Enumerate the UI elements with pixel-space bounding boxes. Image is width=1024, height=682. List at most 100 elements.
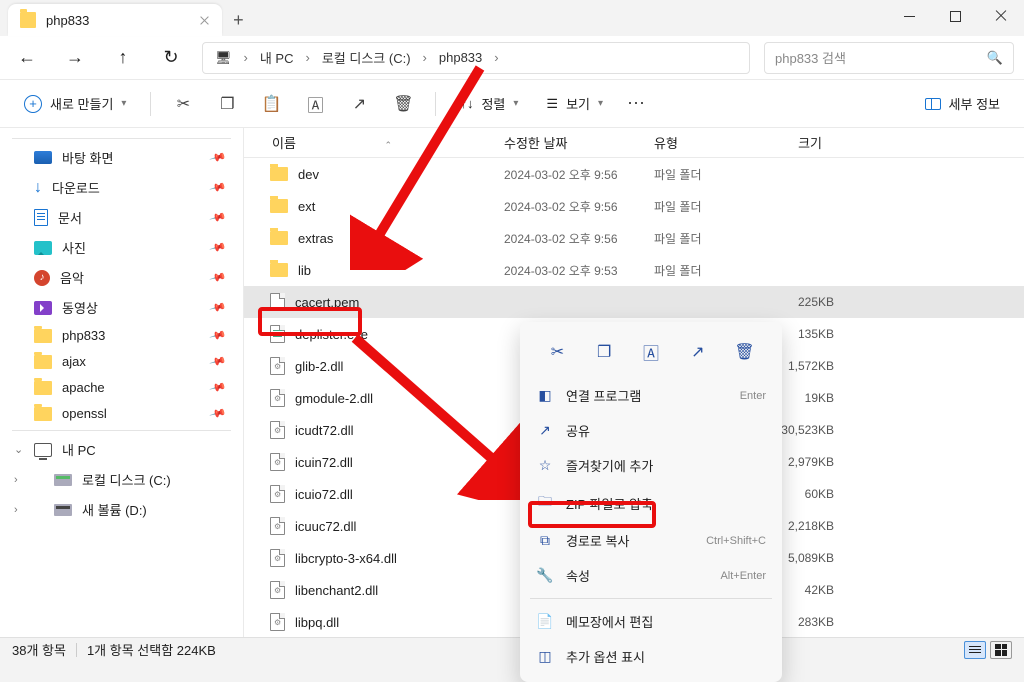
ctx-open-with[interactable]: ◧ 연결 프로그램 Enter: [520, 378, 782, 413]
window-tab[interactable]: php833: [8, 4, 222, 36]
minimize-button[interactable]: [886, 0, 932, 32]
dll-icon: [270, 485, 285, 503]
cut-icon[interactable]: ✂: [541, 336, 573, 368]
file-row[interactable]: lib2024-03-02 오후 9:53파일 폴더: [244, 254, 1024, 286]
more-button[interactable]: ⋯: [621, 87, 651, 120]
up-button[interactable]: ↑: [106, 41, 140, 75]
sidebar-item[interactable]: openssl📌: [6, 401, 237, 426]
file-icon: [270, 293, 285, 311]
chevron-down-icon[interactable]: ⌄: [14, 443, 23, 456]
ctx-label: 메모장에서 편집: [566, 612, 653, 631]
sidebar-item[interactable]: 문서📌: [6, 203, 237, 232]
pin-icon: 📌: [209, 352, 227, 370]
view-list-button[interactable]: [964, 641, 986, 659]
ctx-favorites[interactable]: ☆ 즐겨찾기에 추가: [520, 448, 782, 483]
file-row[interactable]: dev2024-03-02 오후 9:56파일 폴더: [244, 158, 1024, 190]
copy-icon[interactable]: ❐: [588, 336, 620, 368]
ctx-copy-path[interactable]: ⧉ 경로로 복사 Ctrl+Shift+C: [520, 523, 782, 558]
cut-icon[interactable]: ✂: [165, 86, 201, 122]
delete-icon[interactable]: 🗑: [385, 86, 421, 122]
sidebar-item-label: 동영상: [62, 298, 98, 317]
file-size: 1,572KB: [772, 359, 852, 373]
sidebar-item-label: 음악: [60, 268, 84, 287]
ctx-label: ZIP 파일로 압축: [566, 494, 653, 513]
sort-button[interactable]: ↑↓ 정렬 ▾: [450, 88, 528, 119]
col-size[interactable]: 크기: [798, 136, 822, 151]
tab-title: php833: [46, 13, 89, 28]
sidebar-item-drive[interactable]: ›로컬 디스크 (C:): [6, 465, 237, 494]
share-icon[interactable]: ↗: [682, 336, 714, 368]
breadcrumb[interactable]: php833: [433, 44, 488, 72]
dll-icon: [270, 357, 285, 375]
desktop-icon: [34, 151, 52, 164]
ctx-notepad[interactable]: 📄 메모장에서 편집: [520, 604, 782, 639]
file-name: icudt72.dll: [295, 423, 354, 438]
maximize-button[interactable]: [932, 0, 978, 32]
col-name[interactable]: 이름: [272, 136, 296, 151]
file-size: 283KB: [772, 615, 852, 629]
pic-icon: [34, 241, 52, 255]
new-button[interactable]: + 새로 만들기 ▾: [14, 88, 136, 119]
shortcut: Alt+Enter: [720, 570, 766, 582]
sidebar-item[interactable]: ↓다운로드📌: [6, 173, 237, 202]
sidebar-item-label: 내 PC: [62, 440, 96, 459]
rename-icon[interactable]: 🄰: [635, 336, 667, 368]
paste-icon[interactable]: 📋: [253, 86, 289, 122]
nav-bar: ← → ↑ ↻ 🖥 › 내 PC › 로컬 디스크 (C:) › php833 …: [0, 36, 1024, 80]
pin-icon: 📌: [209, 326, 227, 344]
ctx-zip[interactable]: 🗀 ZIP 파일로 압축: [520, 483, 782, 523]
details-pane-button[interactable]: 세부 정보: [915, 88, 1010, 119]
sidebar-item[interactable]: ajax📌: [6, 349, 237, 374]
col-type[interactable]: 유형: [654, 136, 678, 151]
forward-button[interactable]: →: [58, 41, 92, 75]
sort-icon: ↑↓: [460, 96, 473, 111]
file-name: dev: [298, 167, 319, 182]
col-date[interactable]: 수정한 날짜: [504, 136, 567, 151]
sidebar-item[interactable]: ♪음악📌: [6, 263, 237, 292]
chevron-right-icon[interactable]: ›: [14, 474, 18, 486]
view-button[interactable]: ☰ 보기 ▾: [536, 88, 613, 119]
divider: [150, 92, 151, 116]
sidebar-item[interactable]: apache📌: [6, 375, 237, 400]
chevron-right-icon[interactable]: ›: [14, 504, 18, 516]
sidebar-item[interactable]: 동영상📌: [6, 293, 237, 322]
sort-label: 정렬: [481, 94, 505, 113]
chevron-right-icon: ›: [304, 50, 312, 65]
share-icon[interactable]: ↗: [341, 86, 377, 122]
ctx-share[interactable]: ↗ 공유: [520, 413, 782, 448]
file-row[interactable]: ext2024-03-02 오후 9:56파일 폴더: [244, 190, 1024, 222]
close-button[interactable]: [978, 0, 1024, 32]
file-row[interactable]: cacert.pem225KB: [244, 286, 1024, 318]
context-menu: ✂ ❐ 🄰 ↗ 🗑 ◧ 연결 프로그램 Enter ↗ 공유 ☆ 즐겨찾기에 추…: [520, 322, 782, 682]
delete-icon[interactable]: 🗑: [729, 336, 761, 368]
breadcrumb[interactable]: 내 PC: [254, 44, 300, 72]
ctx-more-options[interactable]: ◫ 추가 옵션 표시: [520, 639, 782, 674]
sidebar-item-drive[interactable]: ›새 볼륨 (D:): [6, 495, 237, 524]
refresh-button[interactable]: ↻: [154, 41, 188, 75]
pin-icon: 📌: [209, 178, 227, 196]
file-size: 135KB: [772, 327, 852, 341]
view-grid-button[interactable]: [990, 641, 1012, 659]
copy-icon[interactable]: ❐: [209, 86, 245, 122]
ctx-label: 속성: [566, 566, 590, 585]
sidebar-item[interactable]: 바탕 화면📌: [6, 143, 237, 172]
share-icon: ↗: [536, 422, 554, 439]
pc-icon[interactable]: 🖥: [209, 44, 238, 72]
tab-close-icon[interactable]: [199, 15, 210, 26]
column-header[interactable]: 이름⌃ 수정한 날짜 유형 크기: [244, 128, 1024, 158]
address-bar[interactable]: 🖥 › 내 PC › 로컬 디스크 (C:) › php833 ›: [202, 42, 750, 74]
breadcrumb[interactable]: 로컬 디스크 (C:): [316, 44, 417, 72]
sidebar-item-pc[interactable]: ⌄ 내 PC: [6, 435, 237, 464]
sidebar-item[interactable]: php833📌: [6, 323, 237, 348]
search-input[interactable]: php833 검색 🔍: [764, 42, 1014, 74]
new-tab-button[interactable]: +: [222, 4, 254, 36]
file-name: deplister.exe: [295, 327, 368, 342]
sidebar-item[interactable]: 사진📌: [6, 233, 237, 262]
file-row[interactable]: extras2024-03-02 오후 9:56파일 폴더: [244, 222, 1024, 254]
back-button[interactable]: ←: [10, 41, 44, 75]
ctx-properties[interactable]: 🔧 속성 Alt+Enter: [520, 558, 782, 593]
rename-icon[interactable]: 🄰: [297, 86, 333, 122]
sidebar-item-label: apache: [62, 380, 105, 395]
file-name: ext: [298, 199, 315, 214]
dll-icon: [270, 421, 285, 439]
